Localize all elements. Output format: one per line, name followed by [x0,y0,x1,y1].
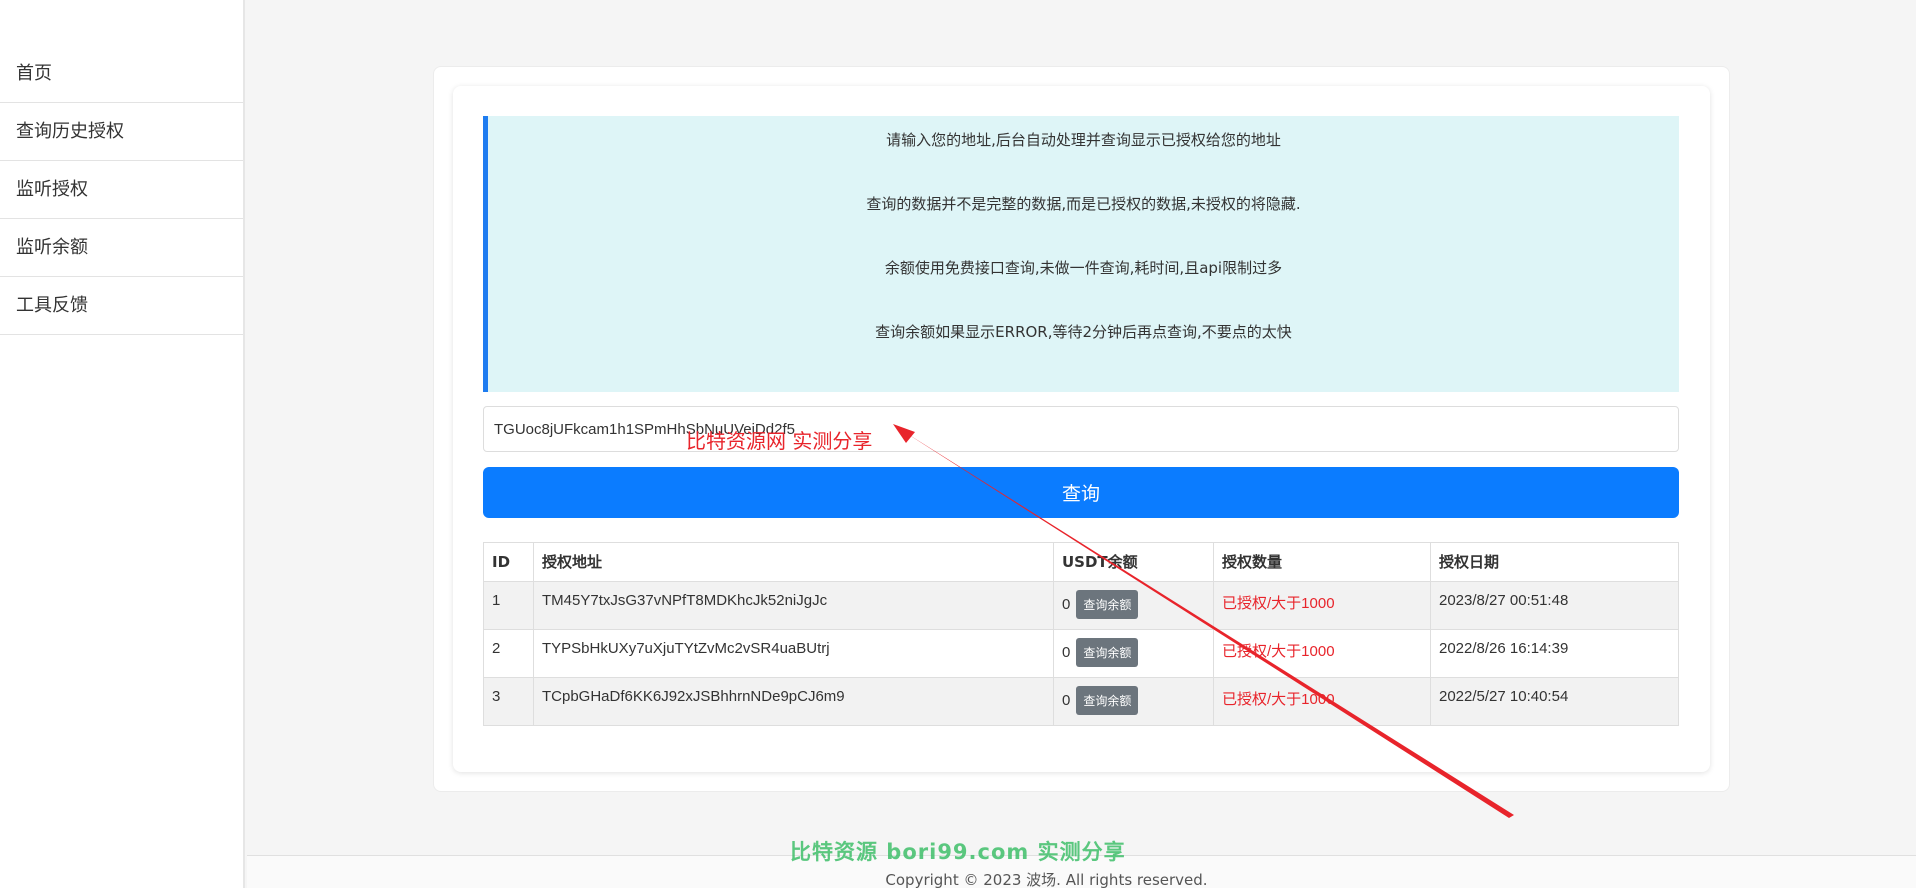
balance-value: 0 [1062,596,1071,613]
balance-value: 0 [1062,644,1071,661]
notice-line: 请输入您的地址,后台自动处理并查询显示已授权给您的地址 [886,131,1281,149]
cell-balance: 0 查询余额 [1053,581,1214,630]
cell-id: 1 [483,581,534,630]
cell-date: 2022/8/26 16:14:39 [1430,629,1679,678]
copyright-text: Copyright © 2023 波场. All rights reserved… [885,871,1208,888]
watermark-green-text: 比特资源 bori99.com 实测分享 [790,840,1126,864]
col-header-usdt-balance: USDT余额 [1053,542,1214,582]
cell-auth-amount: 已授权/大于1000 [1213,629,1431,678]
main-card: 请输入您的地址,后台自动处理并查询显示已授权给您的地址 查询的数据并不是完整的数… [433,66,1730,792]
cell-date: 2022/5/27 10:40:54 [1430,677,1679,726]
notice-line: 查询余额如果显示ERROR,等待2分钟后再点查询,不要点的太快 [875,323,1292,341]
table-row: 1 TM45Y7txJsG37vNPfT8MDKhcJk52niJgJc 0 查… [483,581,1679,630]
check-balance-button[interactable]: 查询余额 [1076,638,1139,667]
col-header-auth-amount: 授权数量 [1213,542,1431,582]
cell-address: TCpbGHaDf6KK6J92xJSBhhrnNDe9pCJ6m9 [533,677,1054,726]
table-row: 2 TYPSbHkUXy7uXjuTYtZvMc2vSR4uaBUtrj 0 查… [483,629,1679,678]
sidebar-item-monitor-balance[interactable]: 监听余额 [0,219,243,277]
notice-line: 查询的数据并不是完整的数据,而是已授权的数据,未授权的将隐藏. [866,195,1301,213]
notice-box: 请输入您的地址,后台自动处理并查询显示已授权给您的地址 查询的数据并不是完整的数… [483,116,1679,392]
col-header-address: 授权地址 [533,542,1054,582]
cell-address: TM45Y7txJsG37vNPfT8MDKhcJk52niJgJc [533,581,1054,630]
query-panel: 请输入您的地址,后台自动处理并查询显示已授权给您的地址 查询的数据并不是完整的数… [453,86,1710,772]
table-header-row: ID 授权地址 USDT余额 授权数量 授权日期 [483,542,1679,582]
cell-date: 2023/8/27 00:51:48 [1430,581,1679,630]
cell-address: TYPSbHkUXy7uXjuTYtZvMc2vSR4uaBUtrj [533,629,1054,678]
cell-auth-amount: 已授权/大于1000 [1213,677,1431,726]
balance-value: 0 [1062,692,1071,709]
sidebar-item-monitor-auth[interactable]: 监听授权 [0,161,243,219]
sidebar: 首页 查询历史授权 监听授权 监听余额 工具反馈 [0,0,245,888]
cell-balance: 0 查询余额 [1053,629,1214,678]
col-header-auth-date: 授权日期 [1430,542,1679,582]
cell-balance: 0 查询余额 [1053,677,1214,726]
notice-line: 余额使用免费接口查询,未做一件查询,耗时间,且api限制过多 [884,259,1283,277]
col-header-id: ID [483,542,534,582]
watermark-red-text: 比特资源网 实测分享 [686,429,873,453]
query-button[interactable]: 查询 [483,467,1679,518]
sidebar-item-home[interactable]: 首页 [0,45,243,103]
check-balance-button[interactable]: 查询余额 [1076,590,1139,619]
auth-table: ID 授权地址 USDT余额 授权数量 授权日期 1 TM45Y7txJsG37… [483,542,1679,726]
sidebar-item-feedback[interactable]: 工具反馈 [0,277,243,335]
cell-auth-amount: 已授权/大于1000 [1213,581,1431,630]
check-balance-button[interactable]: 查询余额 [1076,686,1139,715]
cell-id: 2 [483,629,534,678]
address-input[interactable] [483,406,1679,452]
sidebar-item-history-auth[interactable]: 查询历史授权 [0,103,243,161]
table-row: 3 TCpbGHaDf6KK6J92xJSBhhrnNDe9pCJ6m9 0 查… [483,677,1679,726]
cell-id: 3 [483,677,534,726]
